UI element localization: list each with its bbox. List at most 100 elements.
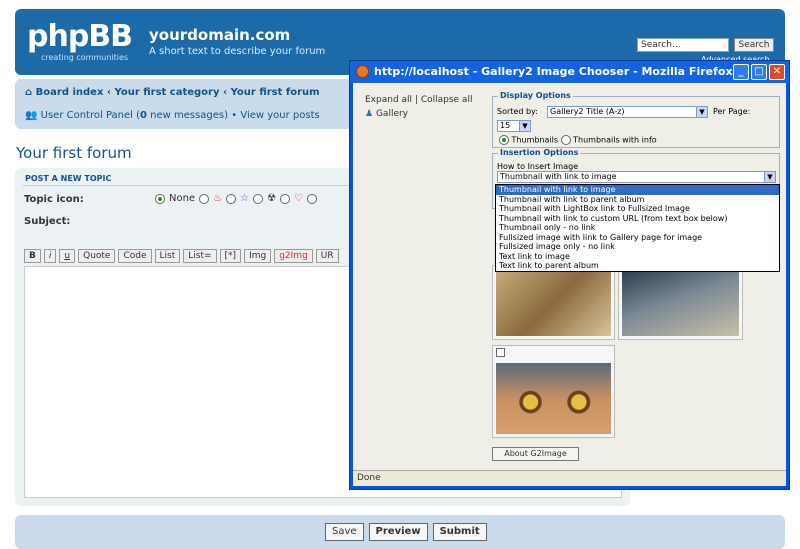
star-icon: ☆ [240, 193, 250, 204]
topic-icon-choices: None ♨ ☆ ☢ ♡ [155, 193, 317, 204]
user-icon: 👥 [25, 110, 38, 121]
topic-icon-none-radio[interactable] [155, 193, 165, 204]
italic-button[interactable]: i [43, 249, 57, 263]
save-button[interactable]: Save [325, 523, 364, 541]
breadcrumb-separator: ‹ [106, 87, 115, 98]
search-input[interactable]: Search… [637, 38, 729, 52]
per-page-select[interactable]: 15 ▼ [497, 120, 531, 132]
thumbnails-info-radio[interactable] [560, 135, 571, 145]
collapse-all-link[interactable]: Collapse all [421, 95, 473, 105]
breadcrumb: ⌂ Board index ‹ Your first category ‹ Yo… [25, 87, 320, 98]
expand-all-link[interactable]: Expand all [365, 95, 412, 105]
dropdown-option[interactable]: Thumbnail with link to image [496, 185, 779, 195]
dropdown-option[interactable]: Fullsized image with link to Gallery pag… [496, 233, 779, 243]
dropdown-option[interactable]: Fullsized image only - no link [496, 242, 779, 252]
chevron-down-icon: ▼ [764, 172, 775, 182]
ucp-label-rest: new messages) [146, 110, 229, 121]
post-heading: POST A NEW TOPIC [25, 174, 112, 183]
chevron-down-icon: ▼ [696, 107, 707, 117]
list-item-button[interactable]: [*] [219, 249, 242, 263]
dropdown-option[interactable]: Thumbnail with LightBox link to Fullsize… [496, 204, 779, 214]
display-options-legend: Display Options [498, 91, 573, 100]
g2img-button[interactable]: g2Img [274, 249, 313, 263]
gallery-tree-item[interactable]: Gallery [376, 109, 408, 119]
home-icon: ⌂ [25, 87, 33, 98]
sort-select[interactable]: Gallery2 Title (A-z) ▼ [547, 106, 708, 118]
preview-button[interactable]: Preview [368, 523, 428, 541]
sorted-by-label: Sorted by: [497, 107, 538, 116]
per-page-label: Per Page: [713, 107, 751, 116]
underline-button[interactable]: u [59, 249, 76, 263]
insert-method-value: Thumbnail with link to image [500, 172, 617, 181]
per-page-value: 15 [500, 121, 511, 130]
submit-bar: Save Preview Submit [15, 515, 785, 549]
dropdown-option[interactable]: Text link to parent album [496, 261, 779, 271]
page-title[interactable]: Your first forum [16, 144, 132, 162]
maximize-icon[interactable]: □ [751, 64, 767, 80]
image-thumbnail[interactable] [618, 265, 743, 340]
topic-icon-more-radio[interactable] [306, 193, 317, 204]
close-icon[interactable]: ✕ [769, 64, 785, 80]
bbcode-toolbar: B i u Quote Code List List= [*] Img g2Im… [24, 249, 339, 263]
how-to-insert-label: How to Insert Image [497, 162, 579, 171]
ucp-label: User Control Panel ( [40, 110, 140, 121]
topic-icon-star-radio[interactable] [226, 193, 237, 204]
breadcrumb-separator: ‹ [222, 87, 231, 98]
thumbnails-radio[interactable] [499, 135, 509, 145]
thumbnails-info-label: Thumbnails with info [573, 135, 657, 145]
dropdown-option[interactable]: Thumbnail with link to parent album [496, 195, 779, 205]
select-checkbox[interactable] [496, 348, 505, 357]
thumbnails-label: Thumbnails [511, 135, 559, 145]
site-title: yourdomain.com [149, 26, 291, 44]
topic-icon-heart-radio[interactable] [280, 193, 290, 204]
ucp-link[interactable]: User Control Panel (0 new messages) [41, 110, 228, 121]
image-thumbnail[interactable] [492, 345, 615, 438]
minimize-icon[interactable]: _ [733, 64, 749, 80]
topic-icon-fire-radio[interactable] [199, 193, 210, 204]
topic-icon-none-label: None [169, 193, 196, 204]
insert-method-select[interactable]: Thumbnail with link to image ▼ [497, 171, 776, 183]
dropdown-option[interactable]: Text link to image [496, 252, 779, 262]
heart-icon: ♡ [294, 193, 303, 204]
code-button[interactable]: Code [118, 249, 152, 263]
gallery-icon: ♟ [365, 109, 374, 119]
firefox-icon [356, 65, 369, 78]
img-button[interactable]: Img [244, 249, 272, 263]
dropdown-option[interactable]: Thumbnail with link to custom URL (from … [496, 214, 779, 224]
insert-method-dropdown-list: Thumbnail with link to image Thumbnail w… [495, 184, 780, 272]
window-content: Expand all | Collapse all ♟ Gallery Disp… [353, 83, 786, 486]
user-links: 👥 User Control Panel (0 new messages) • … [25, 110, 320, 121]
submit-button[interactable]: Submit [432, 523, 487, 541]
window-title: http://localhost - Gallery2 Image Choose… [374, 65, 733, 78]
breadcrumb-forum[interactable]: Your first forum [231, 87, 320, 98]
image-thumbnail[interactable] [492, 265, 615, 340]
status-bar: Done [353, 470, 786, 486]
search-button[interactable]: Search [734, 38, 774, 52]
ordered-list-button[interactable]: List= [183, 249, 217, 263]
lizard-photo [496, 269, 611, 336]
about-g2image-button[interactable]: About G2Image [492, 447, 579, 461]
list-button[interactable]: List [154, 249, 181, 263]
url-button[interactable]: UR [315, 249, 339, 263]
ucp-message-count: 0 [140, 110, 147, 121]
bold-button[interactable]: B [24, 249, 41, 263]
topic-icon-label: Topic icon: [24, 194, 84, 205]
subject-label: Subject: [24, 216, 71, 227]
chevron-down-icon: ▼ [519, 121, 530, 131]
butterfly-photo [622, 269, 739, 336]
sort-select-value: Gallery2 Title (A-z) [550, 107, 625, 116]
view-posts-link[interactable]: View your posts [240, 110, 319, 121]
display-options-group: Display Options Sorted by: Gallery2 Titl… [492, 91, 780, 148]
view-mode-options: Thumbnails Thumbnails with info [499, 135, 657, 145]
album-tree: Expand all | Collapse all ♟ Gallery [365, 95, 473, 119]
breadcrumb-category[interactable]: Your first category [115, 87, 220, 98]
topic-icon-radioactive-radio[interactable] [253, 193, 264, 204]
breadcrumb-board-index[interactable]: Board index [36, 87, 104, 98]
radioactive-icon: ☢ [267, 193, 276, 204]
dropdown-option[interactable]: Thumbnail only - no link [496, 223, 779, 233]
image-chooser-window: http://localhost - Gallery2 Image Choose… [349, 60, 790, 490]
quote-button[interactable]: Quote [78, 249, 116, 263]
site-description: A short text to describe your forum [149, 46, 326, 57]
fire-icon: ♨ [213, 193, 223, 204]
window-titlebar[interactable]: http://localhost - Gallery2 Image Choose… [350, 61, 789, 83]
